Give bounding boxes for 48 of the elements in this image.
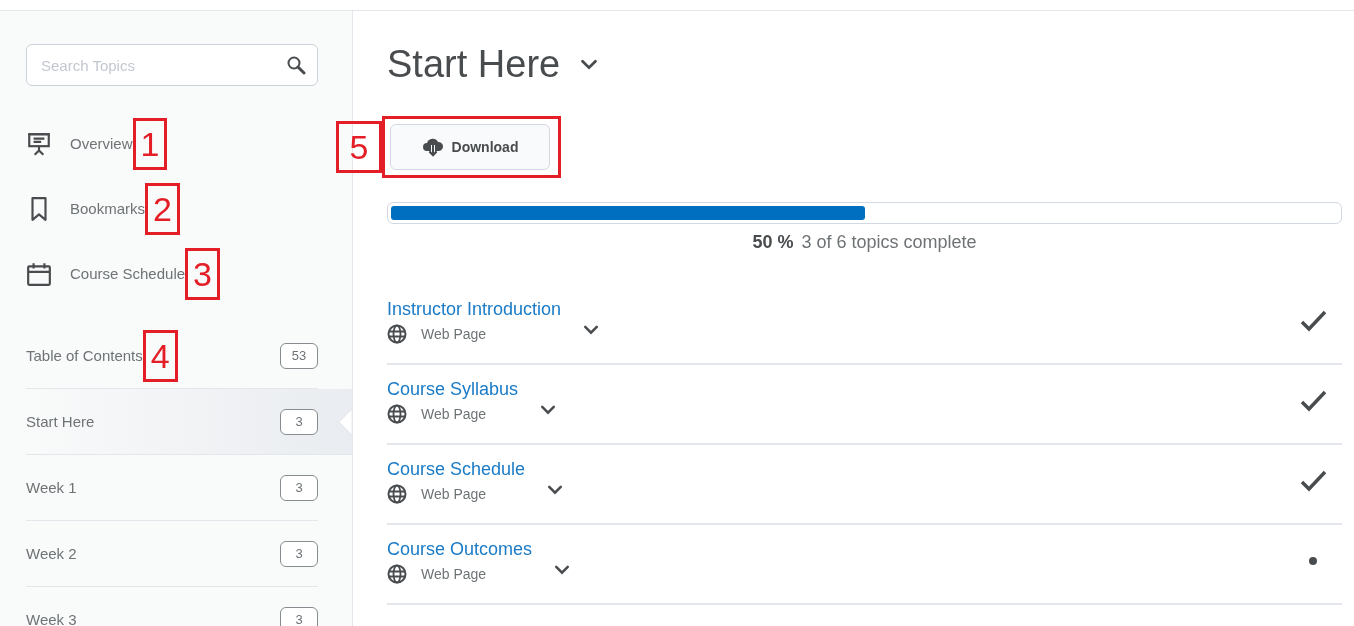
module-name: Week 1 [26, 479, 77, 496]
module-name: Table of Contents [26, 347, 143, 364]
module-item[interactable]: Week 3 3 [26, 587, 318, 626]
topic-type: Web Page [421, 325, 487, 342]
search-field[interactable]: Search Topics [26, 44, 318, 86]
chevron-icon [554, 565, 571, 575]
topic-link[interactable]: Course Syllabus [387, 378, 519, 400]
module-name: Week 2 [26, 545, 77, 562]
topic-count: 3 [280, 606, 318, 626]
callout-number: 1 [132, 117, 168, 170]
search-icon[interactable] [286, 55, 306, 75]
topic-count: 53 [280, 342, 318, 369]
calendar-icon [26, 260, 52, 287]
cloud-download-icon [421, 137, 444, 157]
sidebar-link[interactable]: Course Schedule [70, 265, 186, 282]
topic-link[interactable]: Course Outcomes [387, 538, 533, 560]
progress-percent: 50 % [752, 232, 794, 253]
globe-icon [387, 483, 407, 504]
callout-number: 4 [142, 329, 178, 382]
progress-summary: 3 of 6 topics complete [801, 232, 977, 253]
topic-type: Web Page [421, 405, 487, 422]
chevron-icon [580, 59, 599, 70]
easel-icon [26, 130, 52, 157]
callout-number: 2 [145, 182, 180, 235]
module-item[interactable]: Week 2 3 [26, 521, 318, 587]
chevron-icon [540, 405, 557, 415]
topic-type: Web Page [421, 565, 487, 582]
sidebar-link[interactable]: Bookmarks [70, 200, 146, 217]
module-item[interactable]: Start Here 3 [26, 389, 352, 455]
callout-number: 3 [185, 247, 220, 300]
module-item[interactable]: Week 1 3 [26, 455, 318, 521]
chevron-icon [583, 325, 600, 335]
globe-icon [387, 323, 407, 344]
globe-icon [387, 563, 407, 584]
chevron-icon [547, 485, 564, 495]
module-name: Week 3 [26, 611, 77, 626]
download-button[interactable]: Download [390, 124, 550, 170]
topic-link[interactable]: Instructor Introduction [387, 298, 562, 320]
globe-icon [387, 403, 407, 424]
page-title: Start Here [387, 43, 561, 86]
topic-count: 3 [280, 408, 318, 435]
module-name: Start Here [26, 413, 95, 430]
topic-count: 3 [280, 540, 318, 567]
topic-link[interactable]: Course Schedule [387, 458, 526, 480]
topic-type: Web Page [421, 485, 487, 502]
sidebar-link[interactable]: Overview [70, 135, 133, 152]
topic-count: 3 [280, 474, 318, 501]
callout-number: 5 [336, 121, 382, 173]
